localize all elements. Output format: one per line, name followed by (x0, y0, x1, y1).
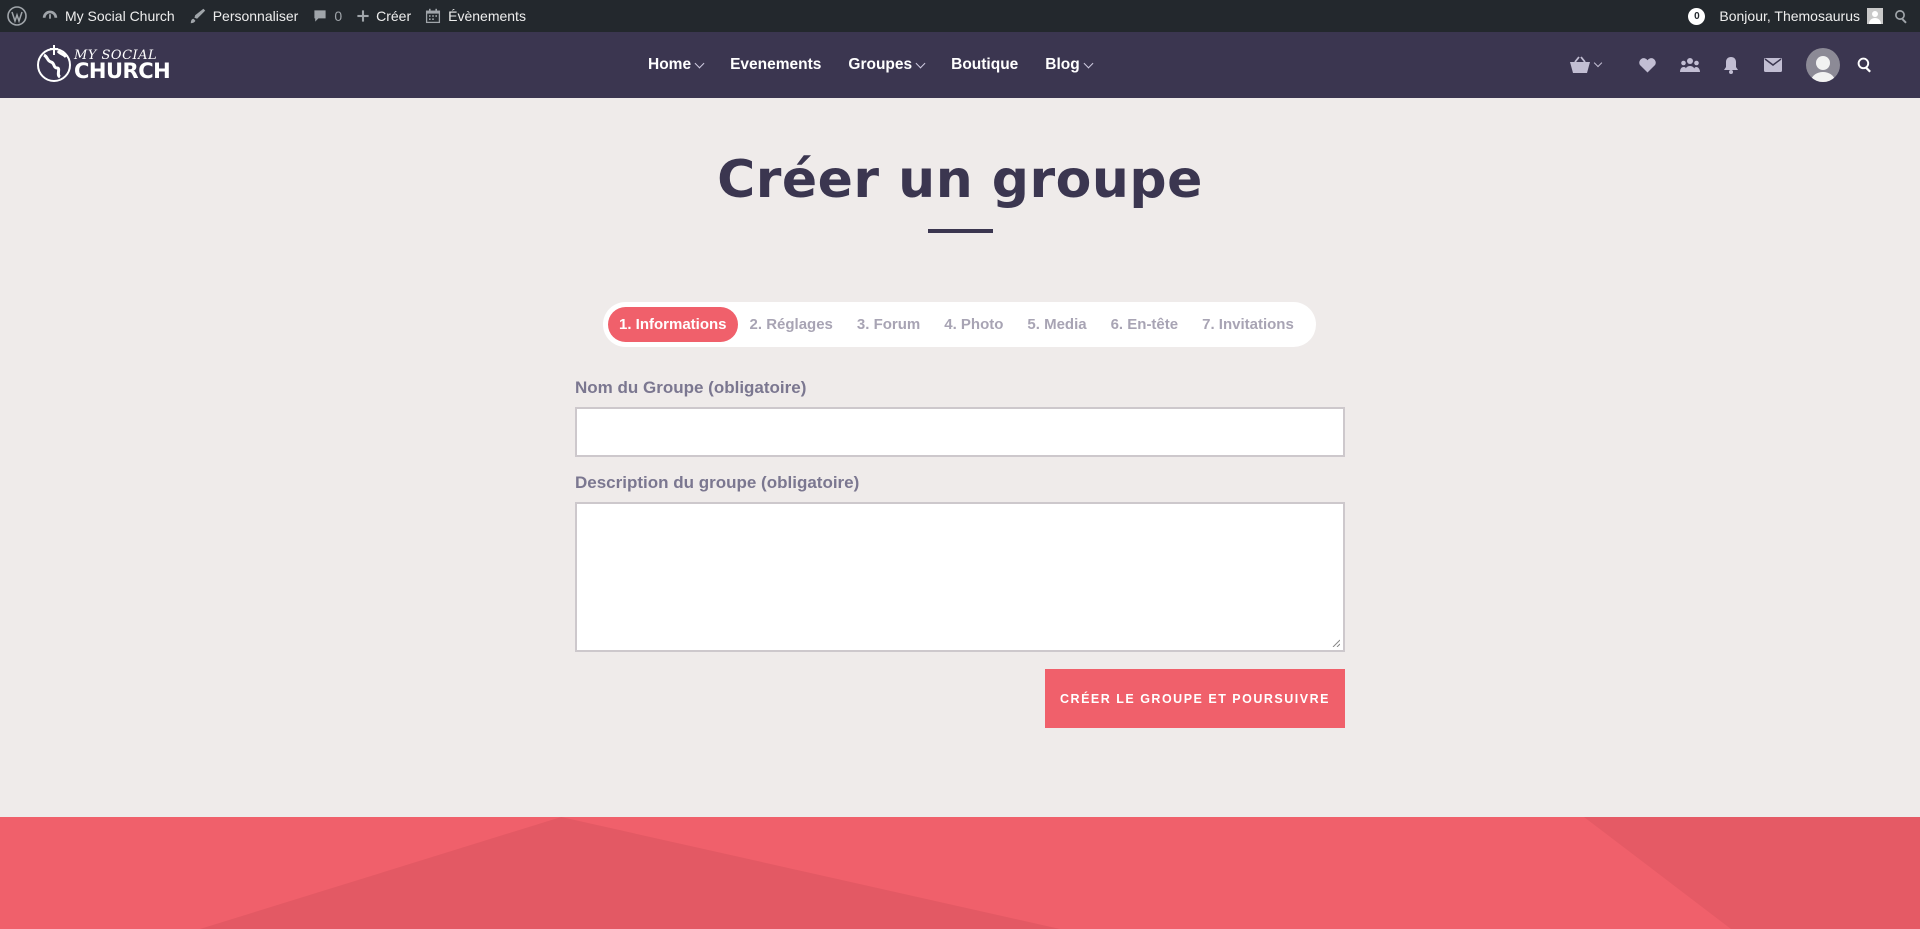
my-account-link[interactable]: Bonjour, Themosaurus (1715, 0, 1887, 32)
customize-link[interactable]: Personnaliser (182, 0, 306, 32)
cart-button[interactable] (1569, 56, 1603, 74)
chevron-down-icon (1083, 58, 1094, 68)
chevron-down-icon (694, 58, 705, 68)
step-invitations[interactable]: 7. Invitations (1190, 316, 1306, 333)
events-label: Évènements (448, 8, 526, 24)
nav-item-blog-label: Blog (1045, 56, 1080, 73)
title-underline (928, 229, 993, 233)
footer-banner (0, 817, 1920, 929)
brush-icon (190, 8, 205, 24)
search-button[interactable] (1857, 57, 1873, 73)
notification-badge[interactable]: 0 (1688, 7, 1706, 25)
user-avatar-icon (1810, 56, 1836, 82)
comments-count: 0 (334, 8, 343, 24)
basket-icon (1570, 56, 1590, 73)
group-description-textarea[interactable] (575, 502, 1345, 652)
group-name-label: Nom du Groupe (obligatoire) (575, 378, 807, 397)
messages-button[interactable] (1764, 58, 1782, 72)
chevron-down-icon (915, 58, 926, 68)
nav-item-evenements-label: Evenements (730, 56, 822, 73)
new-content-link[interactable]: Créer (349, 0, 418, 32)
nav-item-home[interactable]: Home (648, 56, 705, 74)
group-creation-steps: 1. Informations 2. Réglages 3. Forum 4. … (603, 302, 1316, 347)
footer-background-shape (1584, 817, 1920, 929)
heart-icon (1639, 58, 1656, 73)
users-group-icon (1680, 58, 1700, 72)
customize-label: Personnaliser (212, 8, 299, 24)
plus-icon (357, 10, 369, 22)
comment-icon (314, 10, 326, 22)
envelope-icon (1764, 58, 1782, 72)
admin-bar: My Social Church Personnaliser 0 Créer É… (0, 0, 1920, 32)
groups-button[interactable] (1680, 57, 1700, 73)
notifications-button[interactable] (1723, 56, 1739, 74)
admin-search-icon[interactable] (1887, 0, 1916, 32)
site-name-label: My Social Church (65, 8, 175, 24)
footer-background-shape (200, 817, 1060, 929)
nav-item-groupes[interactable]: Groupes (848, 56, 926, 74)
group-name-input[interactable] (575, 407, 1345, 457)
create-group-submit-button[interactable]: CRÉER LE GROUPE ET POURSUIVRE (1045, 669, 1345, 728)
favorites-button[interactable] (1638, 57, 1657, 74)
nav-item-home-label: Home (648, 56, 692, 73)
site-name-link[interactable]: My Social Church (34, 0, 182, 32)
step-informations[interactable]: 1. Informations (608, 307, 738, 342)
nav-item-evenements[interactable]: Evenements (730, 56, 821, 74)
greeting-text: Bonjour, Themosaurus (1719, 8, 1860, 24)
nav-item-boutique[interactable]: Boutique (951, 56, 1018, 74)
step-photo[interactable]: 4. Photo (932, 316, 1015, 333)
nav-item-groupes-label: Groupes (848, 56, 913, 73)
bell-icon (1724, 57, 1738, 74)
dashboard-icon (42, 10, 58, 19)
globe-logo-icon (37, 45, 71, 82)
page-title: Créer un groupe (717, 150, 1203, 210)
primary-menu: Home Evenements Groupes Boutique Blog (648, 32, 1119, 98)
events-link[interactable]: Évènements (418, 0, 533, 32)
resize-handle-icon[interactable] (1332, 639, 1340, 647)
site-logo[interactable]: MY SOCIAL CHURCH (36, 45, 171, 85)
step-forum[interactable]: 3. Forum (845, 316, 932, 333)
chevron-down-icon (1593, 58, 1603, 68)
wordpress-logo-icon[interactable] (0, 0, 34, 32)
admin-avatar-icon (1867, 8, 1883, 24)
user-avatar-button[interactable] (1806, 48, 1840, 82)
search-icon (1857, 57, 1871, 73)
step-reglages[interactable]: 2. Réglages (738, 316, 845, 333)
group-description-label: Description du groupe (obligatoire) (575, 473, 860, 492)
logo-text-bottom: CHURCH (74, 58, 171, 83)
nav-item-boutique-label: Boutique (951, 56, 1019, 73)
main-navigation: MY SOCIAL CHURCH Home Evenements Groupes… (0, 32, 1920, 98)
nav-item-blog[interactable]: Blog (1045, 56, 1094, 74)
calendar-icon (426, 8, 441, 24)
new-content-label: Créer (376, 8, 412, 24)
comments-link[interactable]: 0 (305, 0, 349, 32)
avatar (1806, 48, 1840, 82)
step-media[interactable]: 5. Media (1015, 316, 1098, 333)
step-en-tete[interactable]: 6. En-tête (1099, 316, 1191, 333)
